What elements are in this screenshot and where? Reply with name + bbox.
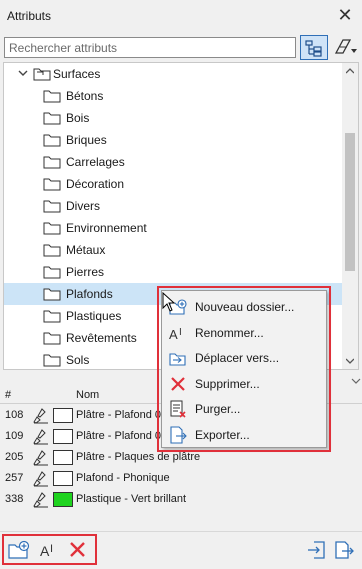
tree-item[interactable]: Briques [4, 129, 344, 151]
tree-view-button[interactable] [300, 35, 328, 60]
scroll-down-icon[interactable] [346, 357, 354, 365]
tree-item[interactable]: Bois [4, 107, 344, 129]
folder-icon [43, 354, 61, 367]
search-input[interactable] [5, 38, 295, 57]
scrollbar-thumb[interactable] [345, 133, 355, 271]
folder-icon [33, 68, 51, 81]
folder-icon [43, 222, 61, 235]
folder-icon [43, 134, 61, 147]
brush-icon [33, 471, 48, 487]
title-bar: Attributs ✕ [0, 0, 362, 32]
vertical-scrollbar[interactable] [342, 63, 358, 369]
tree-item-label: Environnement [66, 221, 147, 235]
filter-icon [334, 39, 357, 54]
folder-icon [43, 244, 61, 257]
tree-item[interactable]: Décoration [4, 173, 344, 195]
folder-icon [43, 90, 61, 103]
folder-icon [43, 112, 61, 125]
folder-icon [43, 310, 61, 323]
folder-icon [43, 156, 61, 169]
color-swatch [53, 471, 73, 486]
column-number[interactable]: # [5, 389, 11, 401]
tree-item-label: Carrelages [66, 155, 125, 169]
row-name: Plastique - Vert brillant [76, 493, 187, 505]
row-name: Plâtre - Plaques de plâtre [76, 451, 201, 463]
row-number: 257 [5, 472, 24, 484]
color-swatch [53, 450, 73, 465]
tree-item-label: Pierres [66, 265, 105, 279]
tree-item-label: Bétons [66, 89, 104, 103]
folder-icon [43, 266, 61, 279]
window-title: Attributs [7, 9, 52, 23]
tree-item[interactable]: Carrelages [4, 151, 344, 173]
row-number: 109 [5, 430, 24, 442]
row-number: 338 [5, 493, 24, 505]
tree-item[interactable]: Pierres [4, 261, 344, 283]
chevron-down-icon[interactable] [18, 68, 28, 78]
color-swatch [53, 429, 73, 444]
mouse-cursor-icon [162, 292, 176, 312]
search-field[interactable] [4, 37, 296, 58]
folder-icon [43, 178, 61, 191]
row-number: 205 [5, 451, 24, 463]
folder-icon [43, 332, 61, 345]
table-row[interactable]: 257 Plafond - Phonique [0, 468, 362, 489]
folder-icon [43, 200, 61, 213]
color-swatch [53, 492, 73, 507]
color-swatch [53, 408, 73, 423]
tree-item-label: Briques [66, 133, 107, 147]
row-name: Plâtre - Plafond 0 [76, 430, 161, 442]
close-icon[interactable]: ✕ [334, 4, 356, 26]
tree-item-label: Sols [66, 353, 90, 367]
row-name: Plafond - Phonique [76, 472, 170, 484]
filter-button[interactable] [331, 35, 359, 60]
brush-icon [33, 450, 48, 466]
tree-item-label: Bois [66, 111, 90, 125]
export-icon[interactable] [333, 540, 355, 560]
folder-icon [43, 288, 61, 301]
highlight-box [157, 286, 331, 452]
table-row[interactable]: 338 Plastique - Vert brillant [0, 489, 362, 510]
row-number: 108 [5, 409, 24, 421]
tree-item[interactable]: Bétons [4, 85, 344, 107]
tree-item[interactable]: Environnement [4, 217, 344, 239]
brush-icon [33, 492, 48, 508]
tree-view-icon [305, 40, 322, 57]
import-icon[interactable] [306, 540, 328, 560]
tree-item-root[interactable]: Surfaces [4, 63, 344, 85]
tree-item-label: Décoration [66, 177, 125, 191]
tree-item-label: Surfaces [53, 67, 101, 81]
tree-item-label: Divers [66, 199, 101, 213]
tree-item-label: Revêtements [66, 331, 137, 345]
scroll-up-icon[interactable] [346, 67, 354, 75]
tree-item[interactable]: Divers [4, 195, 344, 217]
highlight-box [2, 534, 97, 565]
tree-item[interactable]: Métaux [4, 239, 344, 261]
brush-icon [33, 408, 48, 424]
brush-icon [33, 429, 48, 445]
row-name: Plâtre - Plafond 0 [76, 409, 161, 421]
tree-item-label: Métaux [66, 243, 106, 257]
tree-item-label: Plafonds [66, 287, 113, 301]
tree-item-label: Plastiques [66, 309, 122, 323]
column-name[interactable]: Nom [76, 389, 99, 401]
